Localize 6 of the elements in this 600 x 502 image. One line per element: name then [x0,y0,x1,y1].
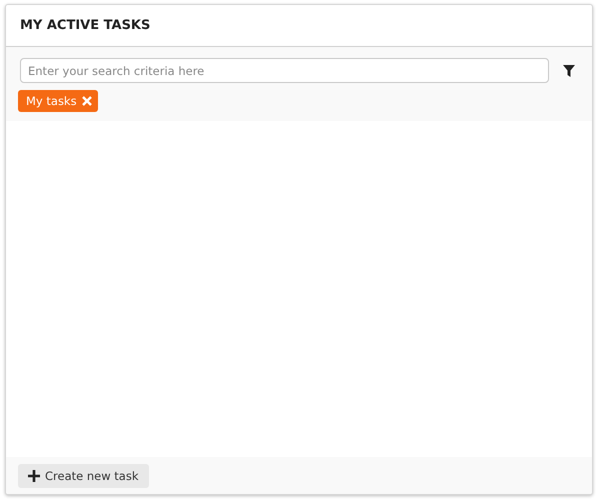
close-icon[interactable] [82,96,92,106]
create-task-button[interactable]: Create new task [18,464,148,488]
search-field[interactable]: Enter your search criteria here [20,58,549,83]
panel-title: MY ACTIVE TASKS [20,18,150,33]
filter-icon[interactable] [563,64,575,76]
plus-icon [28,470,40,482]
